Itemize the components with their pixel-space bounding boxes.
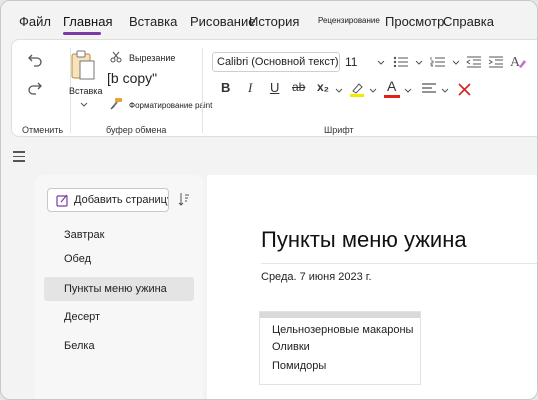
sort-icon[interactable]: [177, 191, 191, 207]
copy-label[interactable]: [b copy": [107, 70, 157, 86]
add-page-icon: [56, 194, 68, 207]
clear-formatting-icon[interactable]: A: [508, 52, 528, 70]
font-name-select[interactable]: Calibri (Основной текст): [212, 52, 340, 72]
font-color-icon[interactable]: A: [383, 78, 401, 98]
app-window: Файл Главная Вставка Рисование История Р…: [0, 0, 538, 400]
font-size-select[interactable]: 11: [342, 52, 388, 72]
tab-history[interactable]: История: [249, 14, 299, 29]
tab-view[interactable]: Просмотр: [385, 14, 444, 29]
clipboard-group-label: буфер обмена: [106, 125, 167, 135]
scissors-icon[interactable]: [109, 50, 123, 64]
undo-icon[interactable]: [24, 50, 46, 70]
tab-draw[interactable]: Рисование: [190, 14, 255, 29]
ribbon: Отменить Вставка Вырезание [b copy" Форм…: [11, 39, 537, 137]
chevron-down-icon[interactable]: [451, 58, 461, 66]
ribbon-separator: [202, 48, 203, 133]
note-container[interactable]: Цельнозерновые макароны Оливки Помидоры: [259, 311, 421, 385]
highlighter-icon[interactable]: [348, 80, 366, 98]
font-color-swatch: [384, 95, 400, 98]
tab-insert[interactable]: Вставка: [129, 14, 177, 29]
chevron-down-icon[interactable]: [79, 100, 89, 108]
font-size-value: 11: [345, 55, 358, 69]
add-page-button[interactable]: Добавить страницу: [47, 188, 169, 212]
font-color-letter: A: [387, 78, 397, 94]
title-divider: [261, 263, 537, 264]
note-line[interactable]: Цельнозерновые макароны: [272, 324, 413, 336]
underline-button[interactable]: U: [270, 80, 279, 95]
hamburger-menu-icon[interactable]: [13, 151, 25, 165]
undo-group-label: Отменить: [22, 125, 64, 135]
chevron-down-icon[interactable]: [334, 86, 344, 94]
redo-icon[interactable]: [24, 78, 46, 98]
delete-icon[interactable]: [456, 81, 472, 97]
active-tab-indicator: [63, 32, 101, 35]
decrease-indent-icon[interactable]: [464, 54, 484, 70]
page-list-pane: Добавить страницу Завтрак Обед Пункты ме…: [35, 175, 203, 399]
format-painter-icon[interactable]: [109, 96, 123, 110]
page-item-dinner-menu[interactable]: Пункты меню ужина: [44, 277, 194, 301]
format-painter-label[interactable]: Форматирование paint: [129, 101, 212, 110]
strikethrough-button[interactable]: ab: [292, 80, 305, 94]
bullet-list-icon[interactable]: [390, 54, 412, 70]
add-page-label: Добавить страницу: [74, 194, 169, 206]
page-date: Среда. 7 июня 2023 г.: [261, 271, 372, 283]
tab-review[interactable]: Рецензирование: [318, 16, 380, 25]
chevron-down-icon[interactable]: [414, 58, 424, 66]
align-left-icon[interactable]: [420, 82, 438, 96]
subscript-button[interactable]: x₂: [317, 80, 329, 94]
note-line[interactable]: Помидоры: [272, 360, 326, 372]
font-group-label: Шрифт: [324, 125, 354, 135]
numbered-list-icon[interactable]: [427, 54, 449, 70]
page-item-lunch[interactable]: Обед: [44, 247, 194, 271]
italic-button[interactable]: I: [248, 80, 252, 96]
page-item-breakfast[interactable]: Завтрак: [44, 223, 194, 247]
page-item-protein[interactable]: Белка: [44, 334, 194, 358]
tab-home[interactable]: Главная: [63, 14, 112, 29]
page-item-dessert[interactable]: Десерт: [44, 305, 194, 329]
note-line[interactable]: Оливки: [272, 341, 310, 353]
tab-file[interactable]: Файл: [19, 14, 51, 29]
bold-button[interactable]: B: [221, 80, 230, 95]
page-content: Пункты меню ужина Среда. 7 июня 2023 г. …: [207, 175, 537, 399]
note-drag-handle[interactable]: [260, 312, 420, 318]
menu-bar: Файл Главная Вставка Рисование История Р…: [1, 1, 537, 37]
chevron-down-icon[interactable]: [368, 86, 378, 94]
paste-label[interactable]: Вставка: [69, 86, 102, 96]
cut-label[interactable]: Вырезание: [129, 53, 175, 63]
chevron-down-icon[interactable]: [403, 86, 413, 94]
tab-help[interactable]: Справка: [443, 14, 494, 29]
paste-icon[interactable]: [68, 46, 98, 84]
chevron-down-icon: [377, 60, 385, 65]
increase-indent-icon[interactable]: [486, 54, 506, 70]
chevron-down-icon[interactable]: [440, 86, 450, 94]
page-title[interactable]: Пункты меню ужина: [261, 227, 467, 253]
